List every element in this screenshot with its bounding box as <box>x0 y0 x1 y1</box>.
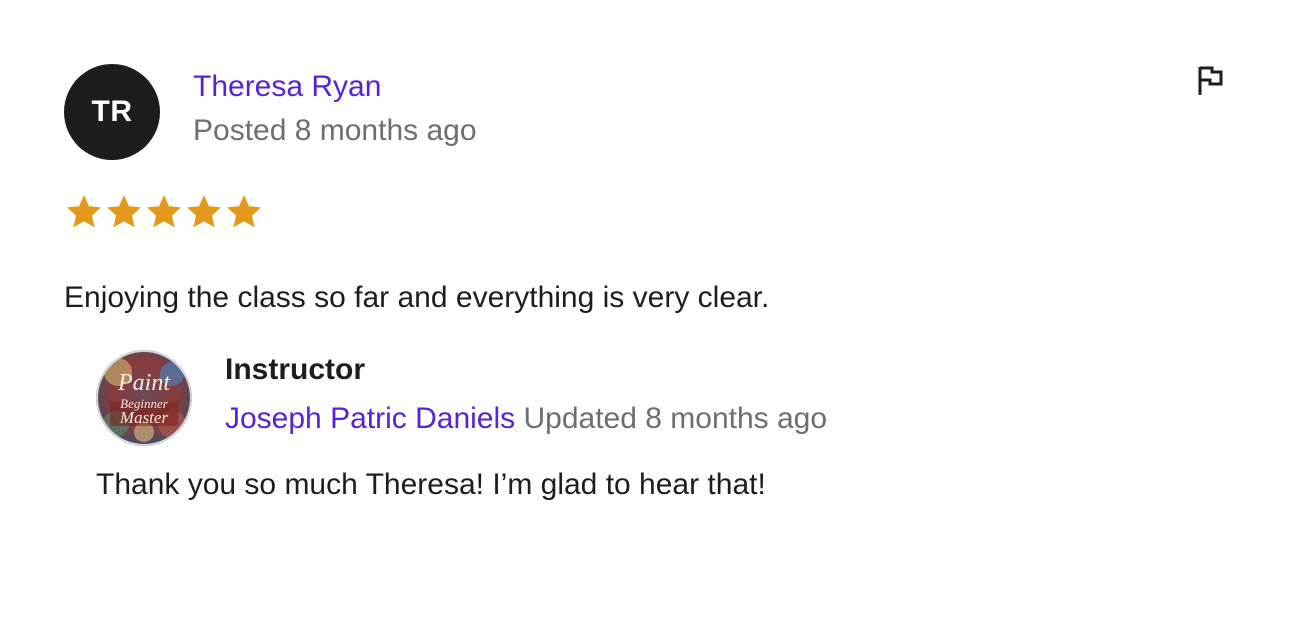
logo-text-master: Master <box>119 408 169 427</box>
reviewer-avatar: TR <box>64 64 160 160</box>
instructor-meta: Joseph Patric Daniels Updated 8 months a… <box>225 401 827 437</box>
review-card: TR Theresa Ryan Posted 8 months ago Enjo… <box>0 0 1290 640</box>
review-text: Enjoying the class so far and everything… <box>64 281 770 314</box>
reply-text: Thank you so much Theresa! I’m glad to h… <box>96 468 766 501</box>
instructor-logo-image: Paint Beginner Master <box>96 350 192 446</box>
instructor-avatar: Paint Beginner Master <box>96 350 192 446</box>
star-icon <box>107 195 141 228</box>
instructor-reply: Paint Beginner Master Instructor Joseph … <box>96 350 1196 520</box>
report-flag-button[interactable] <box>1195 64 1227 98</box>
posted-time: Posted 8 months ago <box>193 114 477 147</box>
reviewer-name-link[interactable]: Theresa Ryan <box>193 69 381 105</box>
star-icon <box>67 195 101 228</box>
flag-icon <box>1198 66 1223 95</box>
reviewer-initials: TR <box>91 95 133 128</box>
updated-time: Updated 8 months ago <box>523 402 828 435</box>
star-icon <box>147 195 181 228</box>
instructor-name-link[interactable]: Joseph Patric Daniels <box>225 402 515 435</box>
star-icon <box>227 195 261 228</box>
logo-text-paint: Paint <box>117 370 171 396</box>
star-rating <box>64 192 264 232</box>
star-icon <box>187 195 221 228</box>
instructor-role-label: Instructor <box>225 353 366 386</box>
